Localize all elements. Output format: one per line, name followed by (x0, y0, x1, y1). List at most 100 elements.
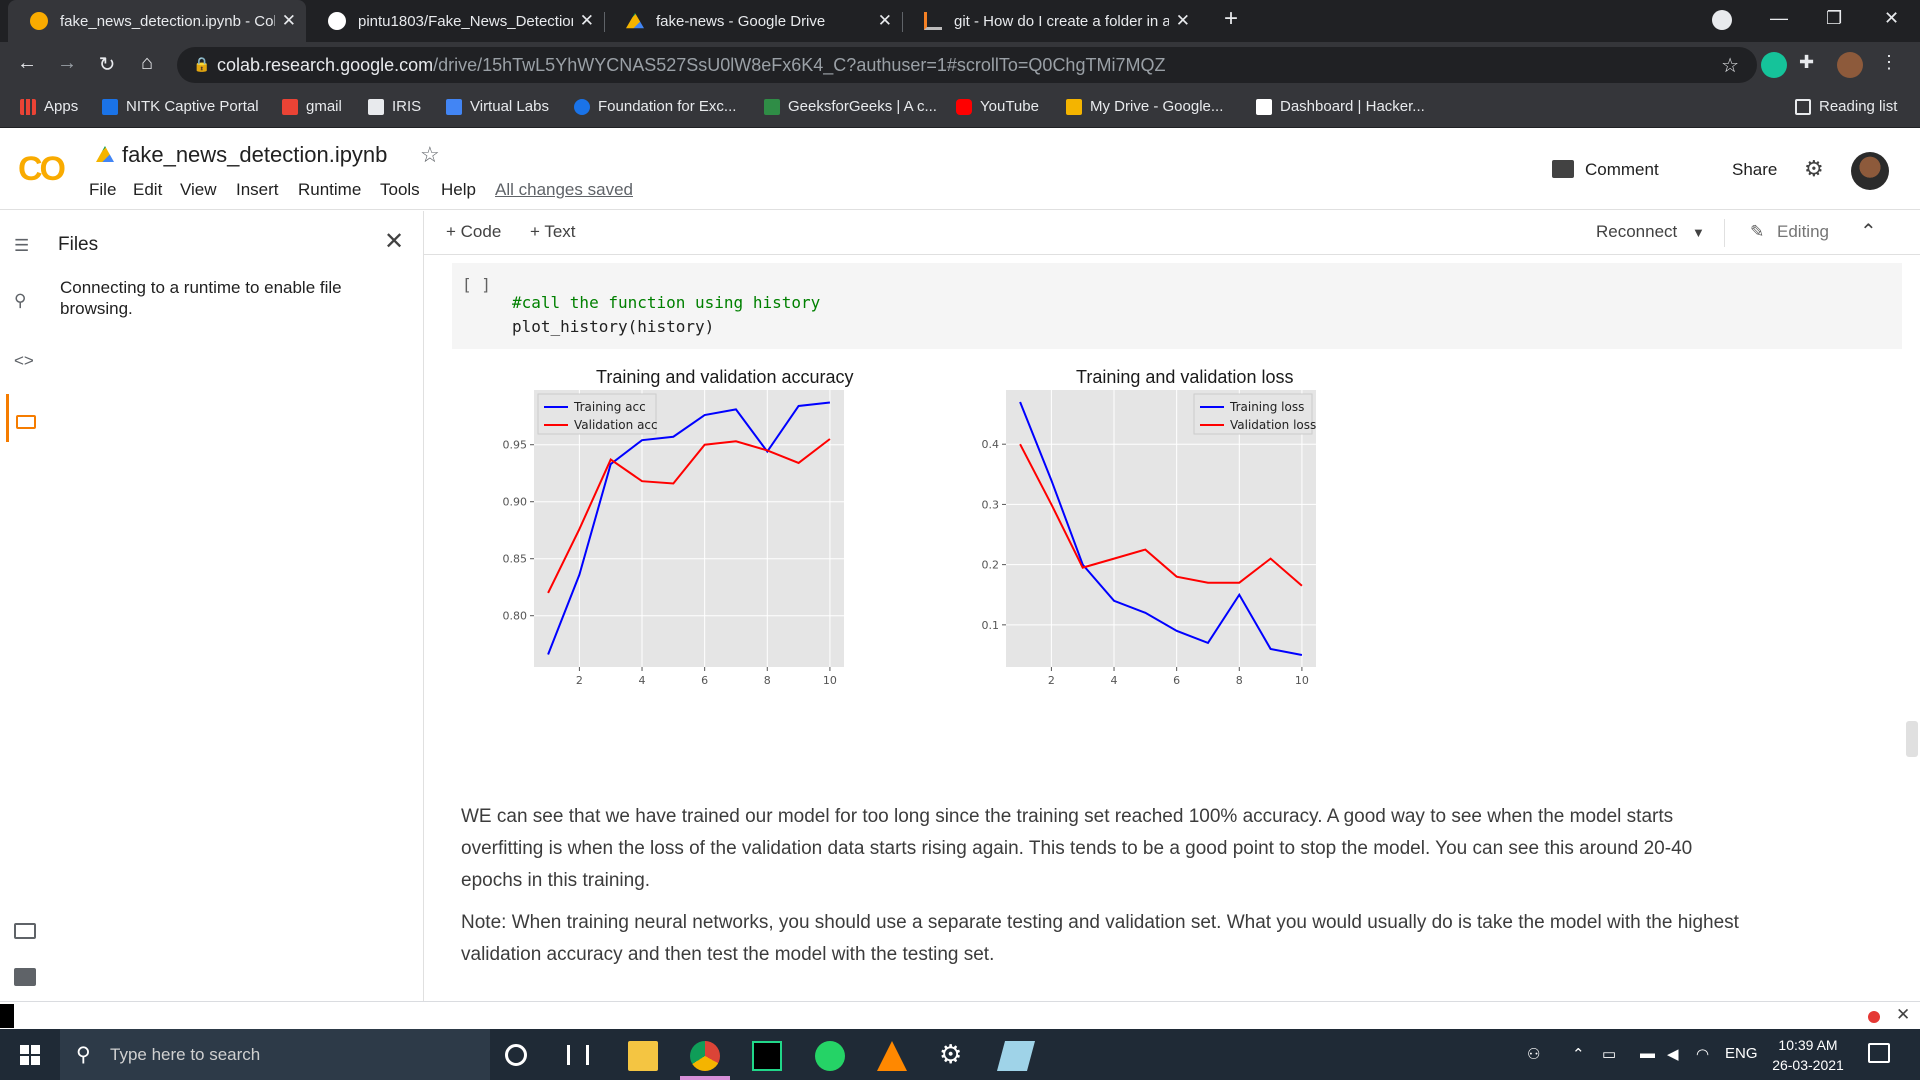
tab-title: pintu1803/Fake_News_Detection (358, 12, 573, 30)
close-icon[interactable]: ✕ (878, 11, 892, 31)
x-tick-label: 10 (1295, 674, 1309, 687)
more-menu-icon[interactable]: ⋮ (1880, 52, 1906, 78)
menu-edit[interactable]: Edit (133, 180, 162, 200)
comment-icon[interactable] (1552, 160, 1574, 178)
scrollbar-thumb[interactable] (1906, 721, 1918, 757)
chevron-up-icon[interactable]: ⌃ (1572, 1045, 1585, 1063)
code-cell[interactable]: [ ] #call the function using history plo… (452, 263, 1902, 349)
reading-list[interactable]: Reading list (1795, 98, 1897, 115)
close-icon[interactable]: ✕ (1176, 11, 1190, 31)
tab-github[interactable]: pintu1803/Fake_News_Detection ✕ (306, 0, 604, 42)
star-icon[interactable]: ☆ (1721, 53, 1739, 78)
menu-tools[interactable]: Tools (380, 180, 420, 200)
avatar[interactable] (1851, 152, 1889, 190)
minimize-button[interactable]: — (1770, 8, 1788, 29)
chrome-icon[interactable] (690, 1041, 720, 1071)
volume-icon[interactable]: ◀ (1667, 1045, 1679, 1063)
forward-button[interactable]: → (54, 52, 80, 75)
extensions-icon[interactable]: ✚ (1799, 52, 1825, 78)
tab-drive[interactable]: fake-news - Google Drive ✕ (604, 0, 902, 42)
bookmark-nitk[interactable]: NITK Captive Portal (102, 98, 259, 115)
notebook-title[interactable]: fake_news_detection.ipynb (122, 142, 387, 168)
tab-stackoverflow[interactable]: git - How do I create a folder in a ✕ (902, 0, 1200, 42)
editing-status[interactable]: Editing (1777, 222, 1829, 242)
back-button[interactable]: ← (14, 52, 40, 75)
reconnect-button[interactable]: Reconnect (1596, 222, 1677, 242)
close-window-button[interactable]: ✕ (1884, 8, 1899, 29)
gmail-icon (282, 98, 298, 115)
drive-icon (96, 146, 114, 162)
network-icon[interactable]: ▭ (1602, 1045, 1616, 1063)
bookmark-my-drive[interactable]: My Drive - Google... (1066, 98, 1223, 115)
pycharm-icon[interactable] (752, 1041, 782, 1071)
search-icon[interactable]: ⚲ (14, 291, 26, 311)
app-icon[interactable] (996, 1041, 1036, 1071)
close-icon[interactable]: ✕ (282, 11, 296, 31)
chevron-up-icon[interactable]: ⌃ (1860, 219, 1877, 244)
menu-view[interactable]: View (180, 180, 217, 200)
folder-icon[interactable] (16, 415, 36, 429)
colab-logo[interactable]: CO (18, 150, 66, 189)
terminal-icon[interactable] (14, 968, 36, 986)
bookmark-hackerrank[interactable]: Dashboard | Hacker... (1256, 98, 1425, 115)
cortana-icon[interactable] (505, 1044, 527, 1066)
close-icon[interactable]: ✕ (580, 11, 594, 31)
add-text-button[interactable]: + Text (530, 222, 576, 242)
tab-colab[interactable]: fake_news_detection.ipynb - Cola ✕ (8, 0, 306, 42)
star-icon[interactable]: ☆ (420, 142, 440, 168)
comment-button[interactable]: Comment (1585, 160, 1659, 180)
bookmark-foundation[interactable]: Foundation for Exc... (574, 98, 736, 115)
apps-grid-icon (20, 98, 36, 115)
code-snippets-icon[interactable]: <> (14, 351, 34, 371)
menu-runtime[interactable]: Runtime (298, 180, 361, 200)
add-code-button[interactable]: + Code (446, 222, 501, 242)
share-button[interactable]: Share (1732, 160, 1777, 180)
whatsapp-icon[interactable] (815, 1041, 845, 1071)
bookmark-gmail[interactable]: gmail (282, 98, 342, 115)
vlc-icon[interactable] (877, 1041, 907, 1071)
run-cell-button[interactable]: [ ] (462, 275, 491, 294)
notifications-icon[interactable] (1868, 1043, 1890, 1063)
new-tab-button[interactable]: + (1224, 5, 1238, 33)
nitk-icon (102, 98, 118, 115)
wifi-icon[interactable]: ◠ (1696, 1045, 1709, 1063)
save-status[interactable]: All changes saved (495, 180, 633, 200)
close-icon[interactable]: ✕ (1896, 1005, 1910, 1025)
bookmark-youtube[interactable]: YouTube (956, 98, 1039, 115)
settings-gear-icon[interactable]: ⚙ (939, 1039, 969, 1069)
pencil-icon[interactable]: ✎ (1750, 222, 1764, 242)
people-icon[interactable]: ⚇ (1527, 1045, 1540, 1063)
address-bar[interactable]: 🔒 colab.research.google.com/drive/15hTwL… (177, 47, 1757, 83)
gear-icon[interactable]: ⚙ (1804, 156, 1824, 182)
x-tick-label: 8 (764, 674, 771, 687)
menu-file[interactable]: File (89, 180, 116, 200)
profile-menu-icon[interactable] (1712, 10, 1732, 30)
file-explorer-icon[interactable] (628, 1041, 658, 1071)
bookmark-iris[interactable]: IRIS (368, 98, 421, 115)
table-of-contents-icon[interactable]: ☰ (14, 236, 29, 256)
github-icon (328, 12, 346, 30)
clock[interactable]: 10:39 AM 26-03-2021 (1768, 1035, 1848, 1075)
profile-avatar[interactable] (1837, 52, 1863, 78)
bookmark-apps[interactable]: Apps (20, 98, 78, 115)
bookmark-geeksforgeeks[interactable]: GeeksforGeeks | A c... (764, 98, 937, 115)
lock-icon[interactable]: 🔒 (193, 56, 210, 73)
command-palette-icon[interactable] (14, 923, 36, 939)
windows-start-icon[interactable] (20, 1045, 40, 1065)
url-path: /drive/15hTwL5YhWYCNAS527SsU0lW8eFx6K4_C… (433, 54, 1166, 75)
restore-button[interactable]: ❐ (1826, 8, 1842, 29)
chevron-down-icon[interactable]: ▼ (1692, 225, 1705, 240)
active-indicator (6, 394, 9, 442)
bookmark-label: Virtual Labs (470, 98, 549, 115)
reload-button[interactable]: ↻ (94, 52, 120, 77)
menu-insert[interactable]: Insert (236, 180, 279, 200)
language-indicator[interactable]: ENG (1725, 1045, 1758, 1062)
grammarly-icon[interactable] (1761, 52, 1787, 78)
home-button[interactable]: ⌂ (134, 52, 160, 75)
taskbar-search[interactable]: ⚲ Type here to search (60, 1029, 490, 1080)
battery-icon[interactable]: ▬ (1640, 1045, 1655, 1062)
menu-help[interactable]: Help (441, 180, 476, 200)
bookmark-virtual-labs[interactable]: Virtual Labs (446, 98, 549, 115)
close-icon[interactable]: ✕ (384, 227, 404, 256)
task-view-icon[interactable] (567, 1045, 589, 1065)
